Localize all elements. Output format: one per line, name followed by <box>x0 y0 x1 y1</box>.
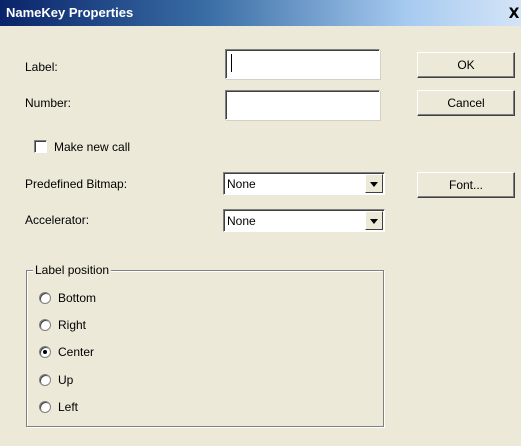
radio-left-label[interactable]: Left <box>58 400 78 414</box>
predefined-bitmap-select[interactable]: None <box>223 172 385 195</box>
accelerator-caption: Accelerator: <box>25 213 90 227</box>
radio-right[interactable] <box>39 319 51 331</box>
close-icon[interactable]: X <box>507 6 521 22</box>
label-caption: Label: <box>25 60 58 74</box>
radio-left[interactable] <box>39 401 51 413</box>
accelerator-value: None <box>227 214 256 228</box>
chevron-down-icon[interactable] <box>365 174 383 193</box>
chevron-down-icon[interactable] <box>365 211 383 230</box>
namekey-properties-dialog: NameKey Properties X Label: Number: OK C… <box>0 0 521 446</box>
radio-up[interactable] <box>39 374 51 386</box>
ok-button[interactable]: OK <box>417 52 515 78</box>
accelerator-select[interactable]: None <box>223 209 385 232</box>
radio-bottom-label[interactable]: Bottom <box>58 291 96 305</box>
number-caption: Number: <box>25 96 72 110</box>
radio-center[interactable] <box>39 346 51 358</box>
predefined-bitmap-value: None <box>227 177 256 191</box>
radio-center-label[interactable]: Center <box>58 345 94 359</box>
radio-right-label[interactable]: Right <box>58 318 86 332</box>
text-caret <box>231 54 232 72</box>
predefined-bitmap-caption: Predefined Bitmap: <box>25 177 128 191</box>
label-input[interactable] <box>225 49 380 79</box>
radio-up-label[interactable]: Up <box>58 373 73 387</box>
label-position-title: Label position <box>33 263 112 277</box>
font-button[interactable]: Font... <box>417 172 515 198</box>
radio-bottom[interactable] <box>39 292 51 304</box>
cancel-button[interactable]: Cancel <box>417 90 515 116</box>
number-input[interactable] <box>225 90 380 120</box>
title-bar[interactable]: NameKey Properties X <box>0 0 521 26</box>
make-new-call-checkbox[interactable] <box>34 140 47 153</box>
window-title: NameKey Properties <box>6 5 134 20</box>
make-new-call-label[interactable]: Make new call <box>54 140 130 154</box>
